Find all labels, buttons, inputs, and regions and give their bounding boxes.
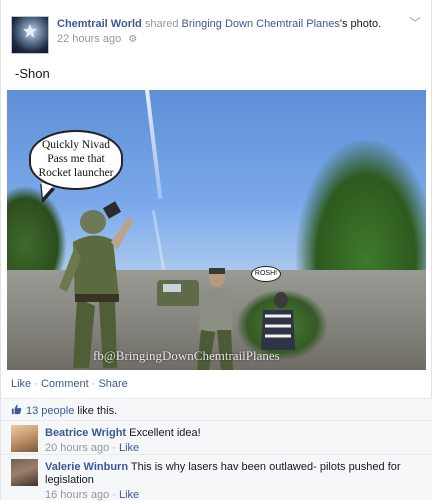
post-meta: 22 hours ago ⚙ <box>57 33 137 45</box>
post-actions: Like · Comment · Share <box>11 378 128 390</box>
post-photo[interactable]: Quickly Nivad Pass me that Rocket launch… <box>7 90 426 370</box>
commenter-avatar[interactable] <box>11 459 38 486</box>
comment-body: Valerie Winburn This is why lasers hav b… <box>45 461 417 502</box>
chevron-down-icon[interactable]: ﹀ <box>409 14 421 31</box>
likes-summary: 13 people like this. <box>1 398 432 420</box>
photo-watermark: fb@BringingDownChemtrailPlanes <box>93 348 280 363</box>
author-link[interactable]: Chemtrail World <box>57 18 142 30</box>
separator: · <box>31 378 41 390</box>
post-header: Chemtrail World shared Bringing Down Che… <box>11 12 421 54</box>
likes-suffix: like this. <box>74 405 118 417</box>
bubble-line: Pass me that <box>47 153 105 165</box>
comment-text: Excellent idea! <box>129 427 201 439</box>
comment-meta: 16 hours ago · Like <box>45 489 140 501</box>
shared-photo-label: 's photo. <box>339 18 382 30</box>
small-speech-bubble: ROSH! <box>251 266 281 282</box>
shared-label: shared <box>144 18 179 30</box>
comment-like-link[interactable]: Like <box>119 489 139 501</box>
commenter-name[interactable]: Beatrice Wright <box>45 427 126 439</box>
post-time[interactable]: 22 hours ago <box>57 33 121 45</box>
comment: Beatrice Wright Excellent idea! 20 hours… <box>1 420 432 454</box>
post-headline: Chemtrail World shared Bringing Down Che… <box>57 18 381 30</box>
bubble-line: Quickly Nivad <box>41 139 111 151</box>
share-link[interactable]: Share <box>98 378 127 390</box>
post-card: Chemtrail World shared Bringing Down Che… <box>0 0 432 502</box>
author-avatar[interactable] <box>11 16 49 54</box>
commenter-avatar[interactable] <box>11 425 38 452</box>
separator: · <box>88 378 99 390</box>
contrail-streak <box>151 210 166 270</box>
star-icon <box>23 24 37 38</box>
thumbs-up-icon <box>11 404 22 415</box>
like-link[interactable]: Like <box>11 378 31 390</box>
comment-link[interactable]: Comment <box>41 378 89 390</box>
post-caption: -Shon <box>15 66 50 81</box>
comment-body: Beatrice Wright Excellent idea! 20 hours… <box>45 427 417 455</box>
soldier-figure <box>59 201 133 368</box>
bubble-line: Rocket launcher <box>38 167 114 179</box>
commenter-name[interactable]: Valerie Winburn <box>45 461 128 473</box>
comment-like-link[interactable]: Like <box>119 442 139 454</box>
comment: Valerie Winburn This is why lasers hav b… <box>1 454 432 502</box>
likers-link[interactable]: 13 people <box>26 405 74 417</box>
comment-time[interactable]: 16 hours ago <box>45 489 109 501</box>
speech-bubble: Quickly Nivad Pass me that Rocket launch… <box>29 130 123 190</box>
audience-icon[interactable]: ⚙ <box>128 34 137 45</box>
shared-page-link[interactable]: Bringing Down Chemtrail Planes <box>182 18 340 30</box>
comment-time[interactable]: 20 hours ago <box>45 442 109 454</box>
contrail-streak <box>145 90 163 200</box>
